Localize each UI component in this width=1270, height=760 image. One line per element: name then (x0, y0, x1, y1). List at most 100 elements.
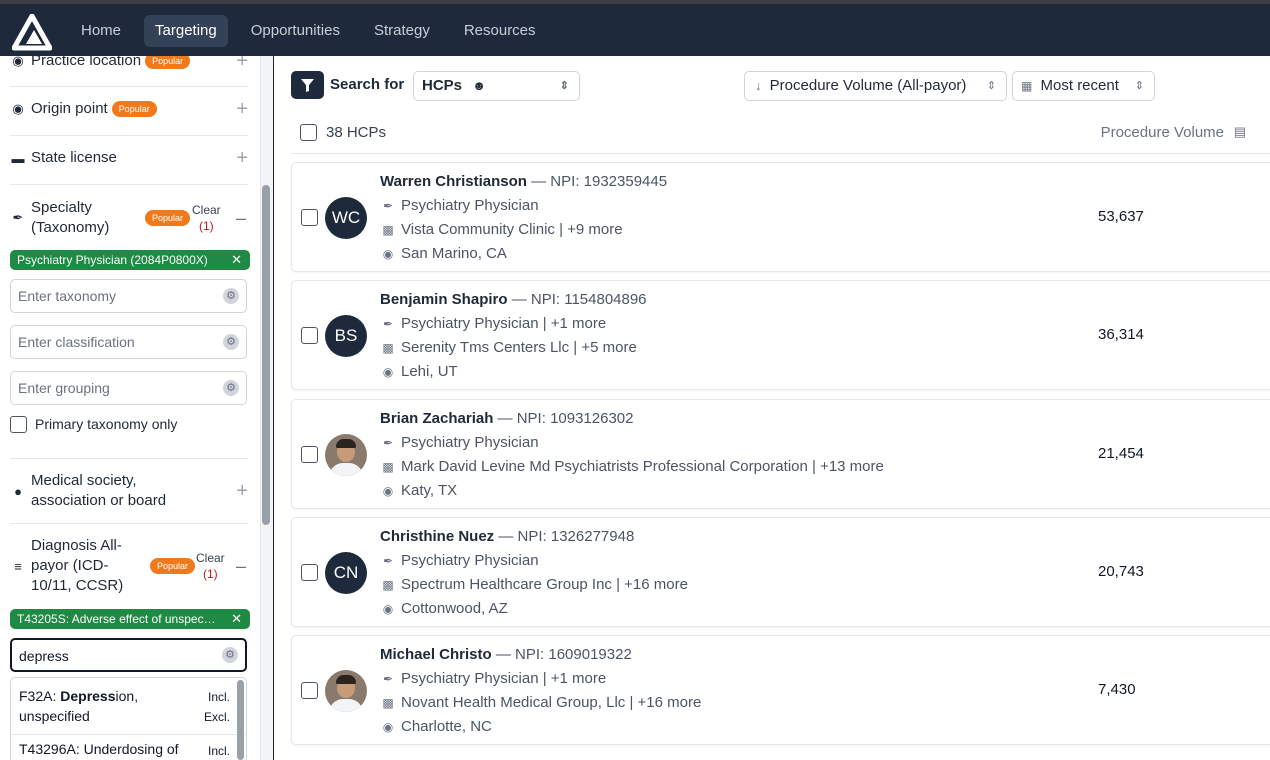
include-exclude-options: Incl. (208, 741, 230, 760)
hcp-result-card[interactable]: CN Christhine Nuez — NPI: 1326277948 ✒ P… (291, 517, 1270, 627)
avatar: BS (325, 315, 367, 357)
filter-origin-point[interactable]: ◉ Origin point Popular + (10, 98, 248, 120)
avatar (325, 434, 367, 476)
row-checkbox[interactable] (301, 682, 318, 699)
diagnosis-search-field[interactable]: ⚙ (10, 638, 247, 672)
hcp-name[interactable]: Christhine Nuez (380, 528, 494, 545)
avatar-shirt (329, 463, 363, 476)
filter-toggle-button[interactable] (291, 71, 324, 99)
procedure-volume-column-header[interactable]: Procedure Volume (1101, 124, 1224, 141)
hcp-name[interactable]: Benjamin Shapiro (380, 291, 508, 308)
collapse-minus-icon[interactable]: – (236, 556, 246, 577)
settings-icon[interactable]: ⚙ (222, 647, 238, 663)
entity-type-select[interactable]: HCPs ☻ ⇕ (413, 71, 580, 101)
hcp-name-line: Christhine Nuez — NPI: 1326277948 (380, 528, 634, 545)
map-pin-icon: ◉ (382, 719, 394, 734)
specialty-line: ✒ Psychiatry Physician (380, 552, 539, 569)
clear-diagnosis-button[interactable]: Clear (1) (196, 550, 225, 582)
npi-number: 1609019322 (548, 646, 632, 663)
building-icon: ▩ (382, 459, 394, 474)
divider (10, 458, 248, 459)
clear-specialty-button[interactable]: Clear (1) (192, 202, 221, 234)
organization-line: ▩ Serenity Tms Centers Llc | +5 more (380, 339, 636, 356)
primary-taxonomy-checkbox[interactable] (10, 415, 27, 433)
hcp-name[interactable]: Brian Zachariah (380, 410, 493, 427)
taxonomy-field[interactable]: ⚙ (10, 279, 247, 313)
hcp-result-card[interactable]: Brian Zachariah — NPI: 1093126302 ✒ Psyc… (291, 399, 1270, 509)
syringe-icon: ✒ (382, 435, 394, 450)
npi-prefix: — NPI: (495, 646, 549, 663)
nav-tab-home[interactable]: Home (70, 15, 132, 47)
sidebar-scrollbar[interactable] (262, 185, 270, 525)
nav-tab-strategy[interactable]: Strategy (363, 15, 441, 47)
nav-tab-targeting[interactable]: Targeting (144, 15, 228, 47)
diagnosis-selected-chip[interactable]: T43205S: Adverse effect of unspecified a… (10, 609, 250, 629)
filter-diagnosis[interactable]: ≡ Diagnosis All- payor (ICD- 10/11, CCSR… (10, 535, 248, 597)
taxonomy-input[interactable] (11, 280, 211, 312)
suggestion-item[interactable]: F32A: Depression, unspecified Incl. Excl… (11, 678, 246, 734)
people-icon: ☻ (472, 78, 486, 93)
npi-prefix: — NPI: (511, 291, 565, 308)
grouping-field[interactable]: ⚙ (10, 371, 247, 405)
organization-line: ▩ Novant Health Medical Group, Llc | +16… (380, 694, 701, 711)
nav-tab-resources[interactable]: Resources (453, 15, 547, 47)
sort-by-select[interactable]: ↓ Procedure Volume (All-payor) ⇕ (744, 71, 1007, 101)
top-navigation-bar: Home Targeting Opportunities Strategy Resour… (0, 0, 1270, 60)
include-button[interactable]: Incl. (208, 690, 230, 704)
specialty-line: ✒ Psychiatry Physician | +1 more (380, 315, 606, 332)
select-all-checkbox[interactable] (300, 124, 317, 141)
popular-badge: Popular (150, 558, 196, 574)
filter-practice-location[interactable]: ◉ Practice location Popular + (10, 56, 248, 73)
exclude-button[interactable]: Excl. (204, 710, 230, 724)
results-panel: Search for HCPs ☻ ⇕ ↓ Procedure Volume (… (274, 56, 1270, 760)
hcp-name[interactable]: Michael Christo (380, 646, 492, 663)
filter-state-license[interactable]: ▬ State license + (10, 147, 249, 170)
row-checkbox[interactable] (301, 209, 318, 226)
map-pin-icon: ◉ (12, 101, 24, 116)
suggestion-item[interactable]: T43296A: Underdosing of Incl. (11, 734, 246, 760)
settings-icon[interactable]: ⚙ (223, 380, 239, 396)
primary-taxonomy-option[interactable]: Primary taxonomy only (10, 414, 248, 434)
divider (10, 135, 248, 136)
result-count: 38 HCPs (326, 124, 387, 141)
row-checkbox[interactable] (301, 446, 318, 463)
date-range-select[interactable]: ▦ Most recent ⇕ (1012, 71, 1155, 101)
filter-medical-society[interactable]: ● Medical society, association or board … (10, 470, 248, 512)
settings-icon[interactable]: ⚙ (223, 288, 239, 304)
building-icon: ▩ (382, 695, 394, 710)
clipboard-icon[interactable]: ▤ (1234, 124, 1246, 140)
remove-chip-icon[interactable]: ✕ (231, 250, 242, 270)
nav-tab-opportunities[interactable]: Opportunities (240, 15, 351, 47)
logo-icon[interactable] (12, 14, 52, 52)
row-checkbox[interactable] (301, 327, 318, 344)
diagnosis-label: Diagnosis All- payor (ICD- 10/11, CCSR) (31, 537, 124, 594)
classification-field[interactable]: ⚙ (10, 325, 247, 359)
row-checkbox[interactable] (301, 564, 318, 581)
hcp-result-card[interactable]: Michael Christo — NPI: 1609019322 ✒ Psyc… (291, 635, 1270, 745)
remove-chip-icon[interactable]: ✕ (231, 609, 242, 629)
collapse-minus-icon[interactable]: – (236, 208, 246, 229)
expand-plus-icon[interactable]: + (236, 98, 248, 121)
popular-badge: Popular (111, 101, 157, 117)
classification-input[interactable] (11, 326, 211, 358)
expand-plus-icon[interactable]: + (236, 480, 248, 503)
hcp-name[interactable]: Warren Christianson (380, 173, 527, 190)
expand-plus-icon[interactable]: + (236, 147, 248, 170)
diagnosis-search-input[interactable] (12, 640, 212, 672)
hcp-name-line: Warren Christianson — NPI: 1932359445 (380, 173, 667, 190)
hcp-result-card[interactable]: WC Warren Christianson — NPI: 1932359445… (291, 162, 1270, 272)
people-icon: ● (14, 483, 22, 499)
specialty-line: ✒ Psychiatry Physician (380, 434, 539, 451)
npi-number: 1154804896 (564, 291, 647, 308)
dropdown-scrollbar[interactable] (237, 680, 244, 760)
hcp-result-card[interactable]: BS Benjamin Shapiro — NPI: 1154804896 ✒ … (291, 280, 1270, 390)
settings-icon[interactable]: ⚙ (223, 334, 239, 350)
filter-specialty[interactable]: ✒ Specialty (Taxonomy) Popular Clear (1)… (10, 196, 248, 240)
hcp-name-line: Michael Christo — NPI: 1609019322 (380, 646, 632, 663)
expand-plus-icon[interactable]: + (236, 56, 248, 73)
filter-icon (301, 79, 314, 92)
syringe-icon: ✒ (12, 210, 24, 225)
grouping-input[interactable] (11, 372, 211, 404)
specialty-selected-chip[interactable]: Psychiatry Physician (2084P0800X) ✕ (10, 250, 250, 270)
include-button[interactable]: Incl. (208, 744, 230, 758)
